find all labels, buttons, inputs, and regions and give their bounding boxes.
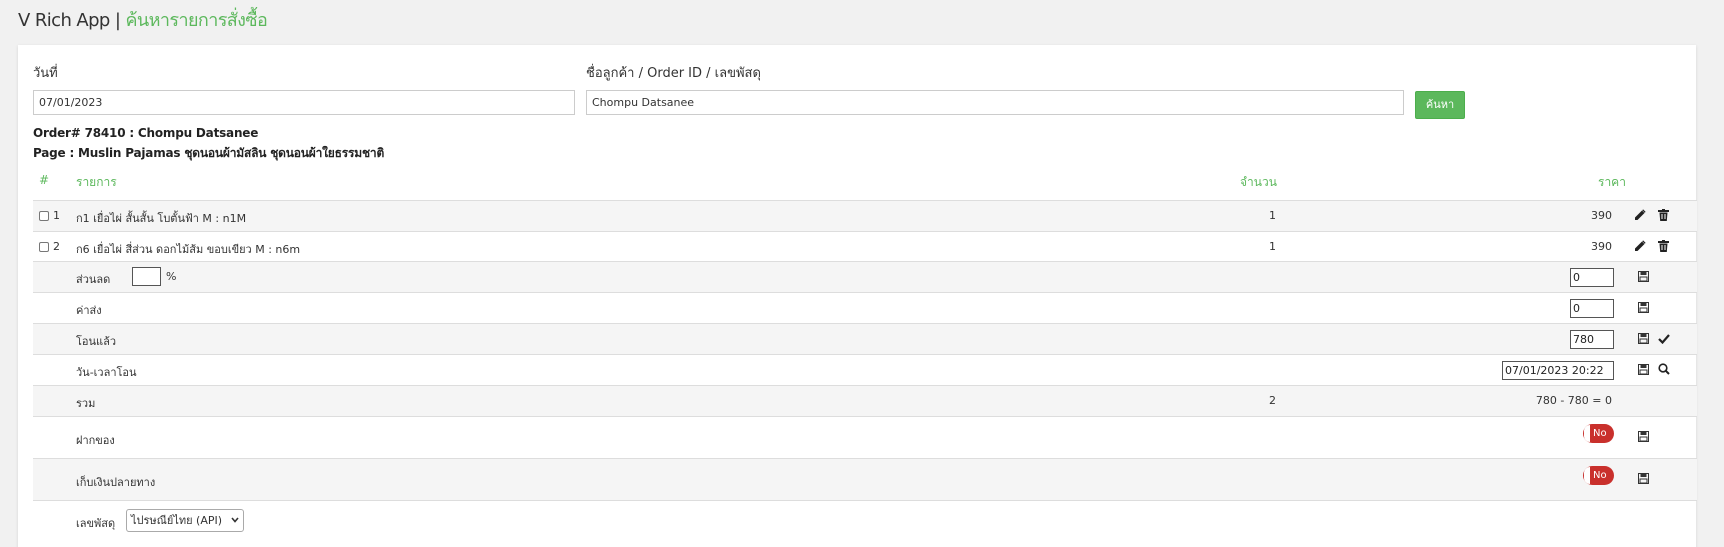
save-icon[interactable] — [1638, 431, 1649, 445]
cod-toggle[interactable]: No — [1583, 466, 1614, 485]
transferred-label: โอนแล้ว — [76, 335, 117, 348]
carrier-select[interactable]: ไปรษณีย์ไทย (API) — [126, 509, 244, 532]
save-icon[interactable] — [1638, 333, 1649, 347]
cod-label: เก็บเงินปลายทาง — [76, 476, 156, 489]
order-title: Order# 78410 : Chompu Datsanee — [33, 126, 259, 140]
col-item: รายการ — [76, 175, 117, 189]
col-num: # — [39, 173, 50, 187]
carrier-select-value: ไปรษณีย์ไทย (API) — [131, 514, 223, 527]
discount-amount-input[interactable]: 0 — [1570, 268, 1614, 287]
table-row: 1 ก1 เยื่อไผ่ สั้นสั้น โบตั้นฟ้า M : n1M… — [33, 200, 1697, 231]
deposit-row: ฝากของ No — [33, 416, 1697, 458]
edit-icon[interactable] — [1634, 240, 1646, 255]
item-qty: 1 — [1269, 209, 1276, 222]
transfer-time-input[interactable]: 07/01/2023 20:22 — [1502, 361, 1614, 380]
transferred-amount-input[interactable]: 780 — [1570, 330, 1614, 349]
total-label: รวม — [76, 397, 96, 410]
chevron-down-icon — [231, 510, 239, 538]
transfer-time-label: วัน-เวลาโอน — [76, 366, 137, 379]
save-icon[interactable] — [1638, 271, 1649, 285]
trash-icon[interactable] — [1658, 209, 1669, 224]
discount-label: ส่วนลด — [76, 273, 111, 286]
item-name: ก1 เยื่อไผ่ สั้นสั้น โบตั้นฟ้า M : n1M — [76, 212, 247, 225]
total-qty: 2 — [1269, 394, 1276, 407]
percent-sign: % — [166, 270, 177, 283]
header-separator: | — [114, 10, 121, 31]
item-price: 390 — [1591, 240, 1612, 253]
item-name: ก6 เยื่อไผ่ สี่ส่วน ดอกไม้ส้ม ขอบเขียว M… — [76, 243, 301, 256]
cod-row: เก็บเงินปลายทาง No — [33, 458, 1697, 500]
row-number: 2 — [53, 240, 60, 253]
query-input[interactable]: Chompu Datsanee — [586, 90, 1404, 115]
save-icon[interactable] — [1638, 364, 1649, 378]
query-label: ชื่อลูกค้า / Order ID / เลขพัสดุ — [586, 66, 761, 81]
item-qty: 1 — [1269, 240, 1276, 253]
transfer-time-row: วัน-เวลาโอน 07/01/2023 20:22 — [33, 354, 1697, 385]
search-button[interactable]: ค้นหา — [1415, 91, 1465, 119]
app-name: V Rich App — [18, 10, 110, 31]
check-icon[interactable] — [1658, 333, 1670, 347]
order-search-panel: วันที่ 07/01/2023 ชื่อลูกค้า / Order ID … — [18, 45, 1697, 547]
tracking-row: เลขพัสดุ ไปรษณีย์ไทย (API) — [33, 500, 1697, 540]
page-title: ค้นหารายการสั่งซื้อ — [125, 10, 268, 31]
total-value: 780 - 780 = 0 — [1535, 394, 1612, 407]
item-price: 390 — [1591, 209, 1612, 222]
shipping-amount-input[interactable]: 0 — [1570, 299, 1614, 318]
transferred-row: โอนแล้ว 780 — [33, 323, 1697, 354]
save-icon[interactable] — [1638, 302, 1649, 316]
col-qty: จำนวน — [1240, 175, 1277, 189]
shipping-label: ค่าส่ง — [76, 304, 102, 317]
row-checkbox[interactable] — [39, 211, 49, 221]
row-number: 1 — [53, 209, 60, 222]
shipping-row: ค่าส่ง 0 — [33, 292, 1697, 323]
save-icon[interactable] — [1638, 473, 1649, 487]
date-input[interactable]: 07/01/2023 — [33, 90, 575, 115]
app-header: V Rich App | ค้นหารายการสั่งซื้อ — [18, 8, 268, 34]
discount-row: ส่วนลด % 0 — [33, 261, 1697, 292]
search-icon[interactable] — [1658, 363, 1670, 378]
trash-icon[interactable] — [1658, 240, 1669, 255]
row-checkbox[interactable] — [39, 242, 49, 252]
deposit-label: ฝากของ — [76, 434, 115, 447]
deposit-toggle[interactable]: No — [1583, 424, 1614, 443]
table-row: 2 ก6 เยื่อไผ่ สี่ส่วน ดอกไม้ส้ม ขอบเขียว… — [33, 231, 1697, 261]
order-page: Page : Muslin Pajamas ชุดนอนผ้ามัสลิน ชุ… — [33, 146, 385, 160]
total-row: รวม 2 780 - 780 = 0 — [33, 385, 1697, 416]
col-price: ราคา — [1598, 175, 1626, 189]
discount-percent-input[interactable] — [132, 267, 161, 286]
edit-icon[interactable] — [1634, 209, 1646, 224]
tracking-label: เลขพัสดุ — [76, 517, 116, 530]
date-label: วันที่ — [33, 66, 58, 81]
